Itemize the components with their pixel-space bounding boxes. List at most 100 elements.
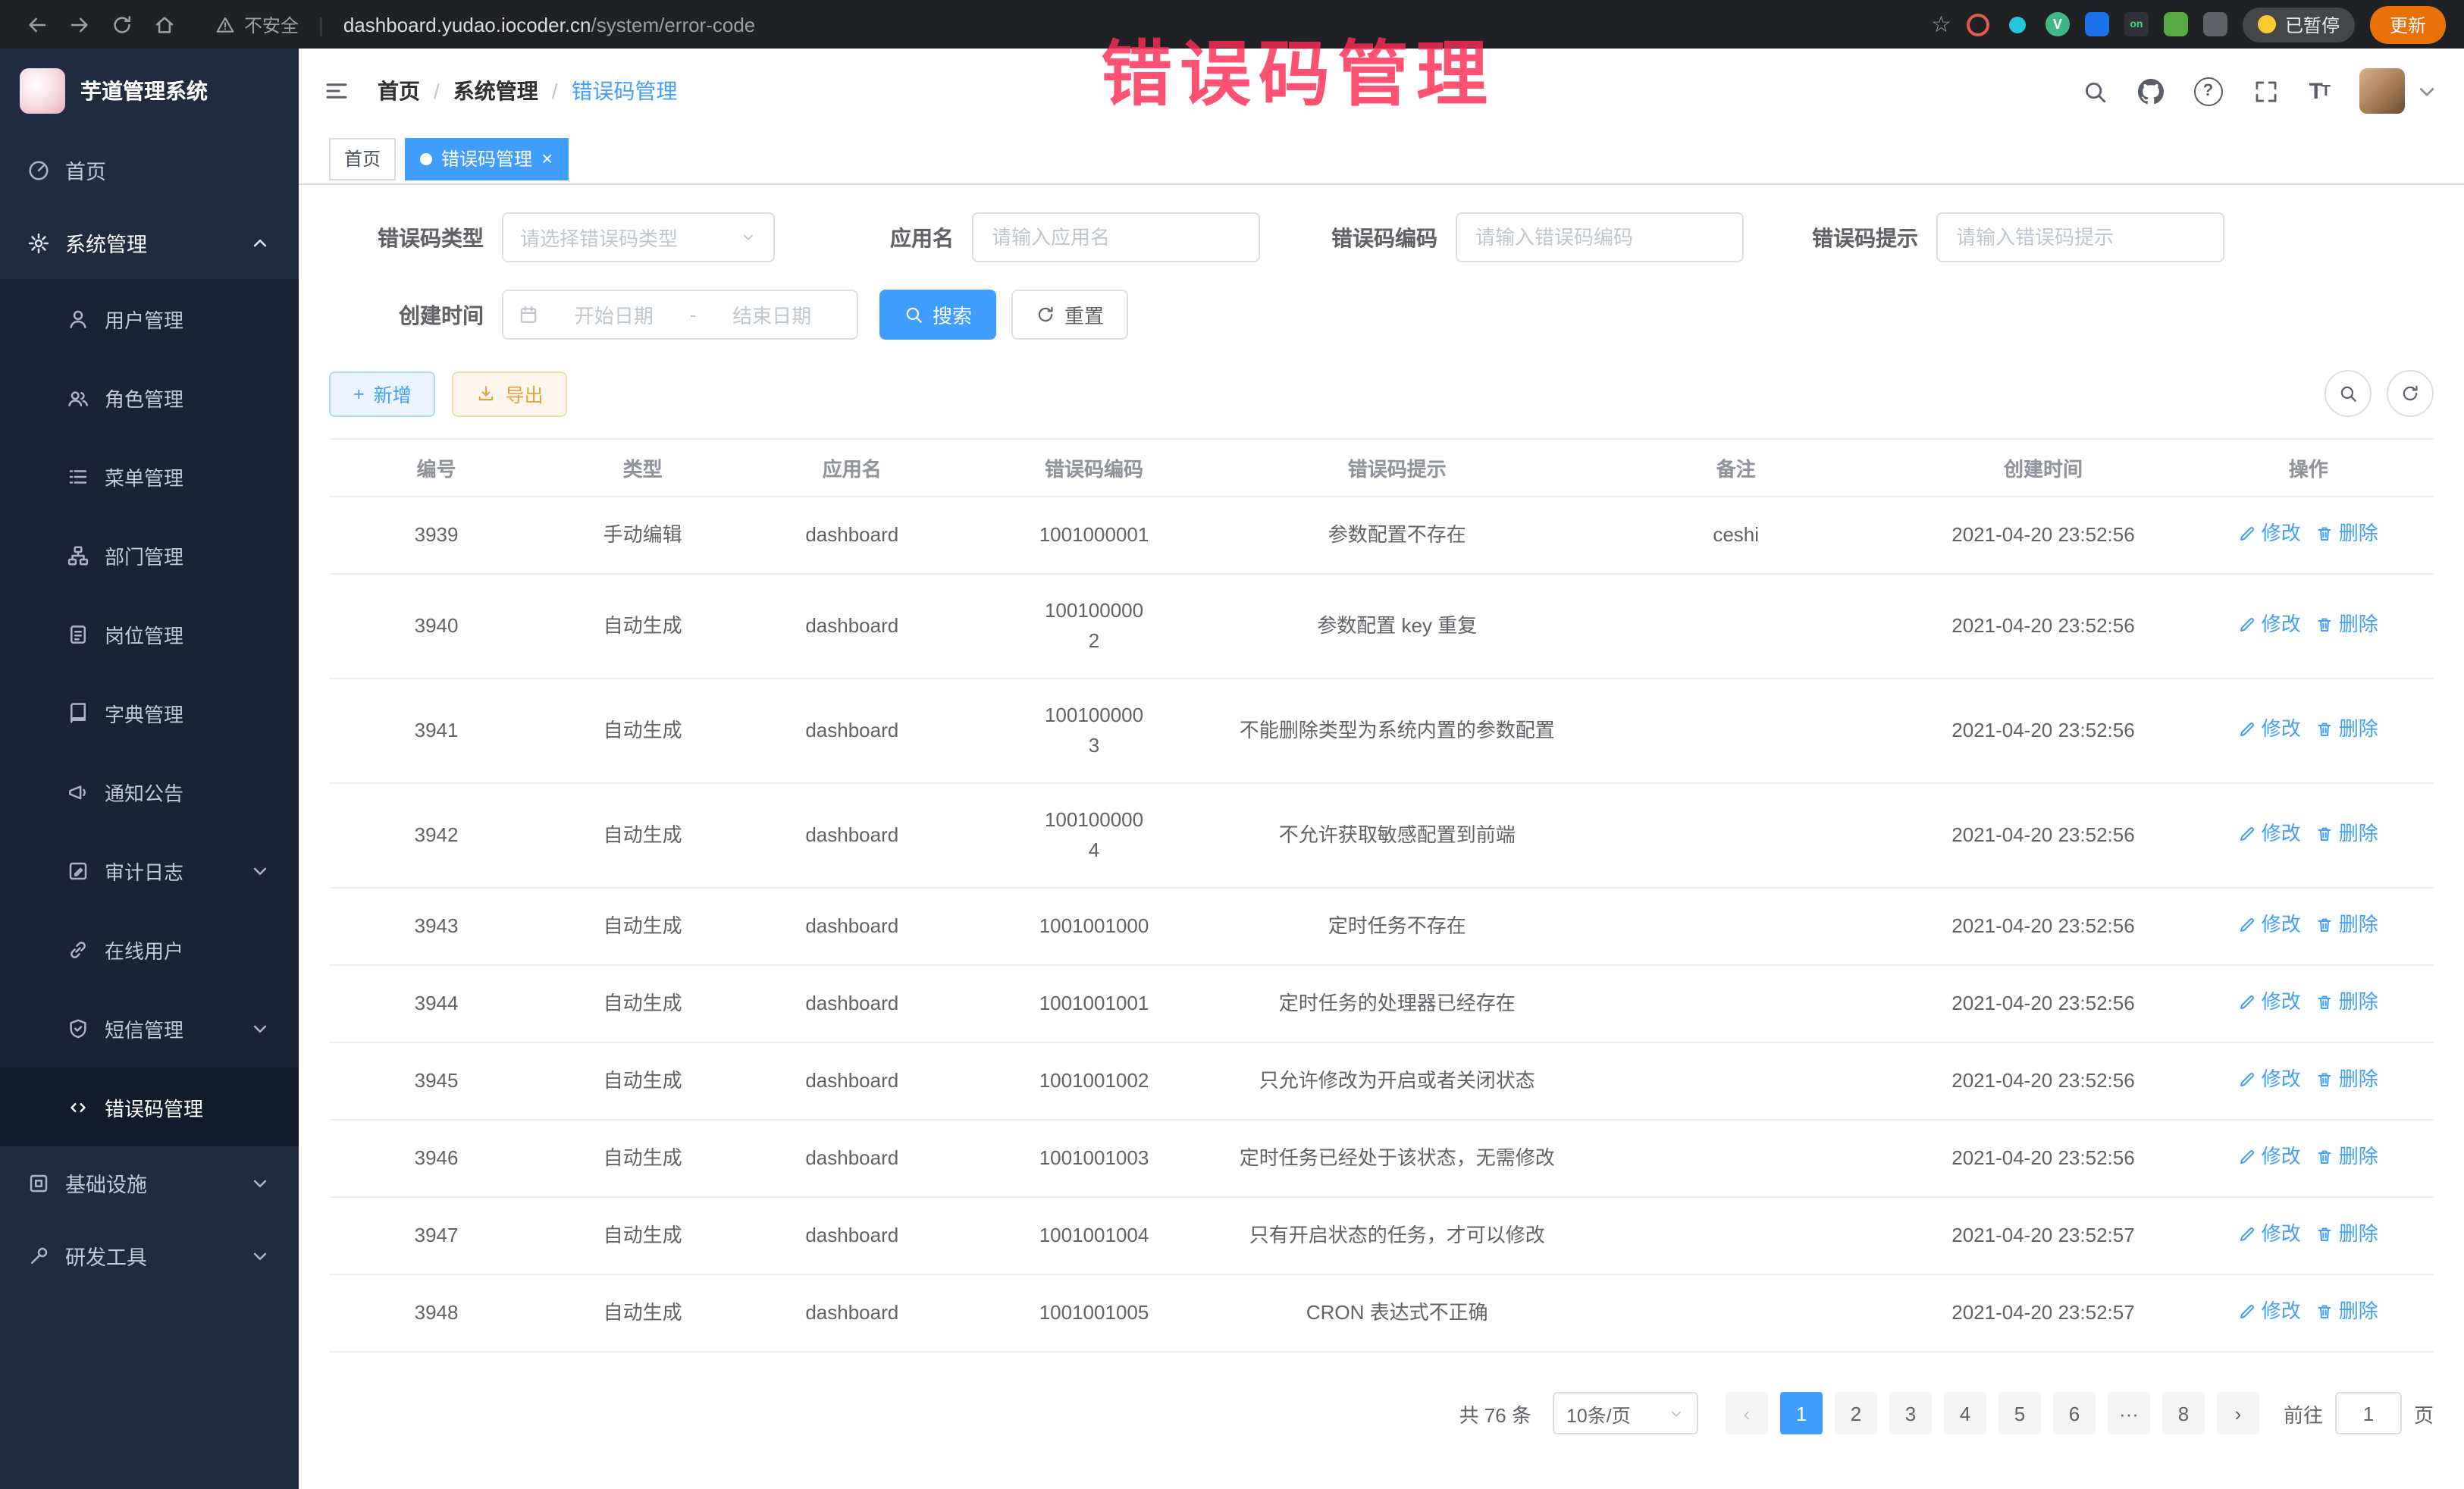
edit-link[interactable]: 修改: [2239, 1296, 2301, 1327]
edit-link[interactable]: 修改: [2239, 1142, 2301, 1172]
edit-link[interactable]: 修改: [2239, 1219, 2301, 1249]
cell-type: 自动生成: [544, 888, 741, 965]
chevron-up-icon: [249, 231, 271, 254]
add-button[interactable]: + 新增: [329, 371, 436, 416]
sidebar-item-dept-management[interactable]: 部门管理: [0, 516, 299, 594]
page-button-6[interactable]: 6: [2053, 1392, 2096, 1434]
sidebar-item-home[interactable]: 首页: [0, 133, 299, 206]
fullscreen-icon[interactable]: [2252, 78, 2278, 104]
app-name-input[interactable]: [972, 212, 1260, 262]
edit-icon: [2239, 1302, 2257, 1321]
github-icon[interactable]: [2137, 78, 2163, 104]
edit-link[interactable]: 修改: [2239, 714, 2301, 744]
delete-link[interactable]: 删除: [2316, 1064, 2378, 1095]
extension-icon-2[interactable]: [2006, 12, 2030, 36]
delete-link[interactable]: 删除: [2316, 610, 2378, 640]
sidebar-item-menu-management[interactable]: 菜单管理: [0, 437, 299, 516]
paused-badge[interactable]: 已暂停: [2243, 7, 2355, 42]
error-code-input[interactable]: [1456, 212, 1744, 262]
next-page-button[interactable]: ›: [2217, 1392, 2259, 1434]
goto-unit: 页: [2414, 1399, 2434, 1428]
sidebar-item-user-management[interactable]: 用户管理: [0, 279, 299, 358]
sidebar-item-sms-management[interactable]: 短信管理: [0, 989, 299, 1067]
edit-icon: [2239, 993, 2257, 1011]
delete-link[interactable]: 删除: [2316, 1219, 2378, 1249]
browser-update-button[interactable]: 更新: [2370, 5, 2446, 43]
browser-forward-button[interactable]: [61, 6, 97, 42]
reset-button[interactable]: 重置: [1011, 290, 1128, 340]
edit-link[interactable]: 修改: [2239, 1064, 2301, 1095]
sidebar-toggle-button[interactable]: [323, 77, 350, 105]
sidebar-item-error-code-management[interactable]: 错误码管理: [0, 1067, 299, 1146]
edit-link[interactable]: 修改: [2239, 519, 2301, 549]
extension-icon-1[interactable]: [1967, 12, 1991, 36]
sidebar-item-dict-management[interactable]: 字典管理: [0, 673, 299, 752]
sidebar-item-role-management[interactable]: 角色管理: [0, 358, 299, 437]
goto-page-input[interactable]: [2335, 1392, 2402, 1434]
bookmark-star-icon[interactable]: ☆: [1931, 11, 1951, 38]
edit-link[interactable]: 修改: [2239, 819, 2301, 849]
delete-link[interactable]: 删除: [2316, 910, 2378, 940]
extension-icon-7[interactable]: [2203, 12, 2227, 36]
delete-link[interactable]: 删除: [2316, 1296, 2378, 1327]
delete-icon: [2316, 1071, 2334, 1089]
prev-page-button[interactable]: ‹: [1726, 1392, 1768, 1434]
breadcrumb-home[interactable]: 首页: [378, 76, 420, 106]
help-icon[interactable]: ?: [2193, 77, 2222, 105]
extension-icon-3[interactable]: V: [2045, 12, 2070, 36]
browser-home-button[interactable]: [146, 6, 182, 42]
font-size-icon[interactable]: TT: [2309, 78, 2329, 104]
user-menu[interactable]: [2359, 68, 2440, 114]
edit-link[interactable]: 修改: [2239, 987, 2301, 1017]
browser-back-button[interactable]: [18, 6, 55, 42]
page-button-8[interactable]: 8: [2162, 1392, 2205, 1434]
browser-reload-button[interactable]: [103, 6, 140, 42]
delete-link[interactable]: 删除: [2316, 1142, 2378, 1172]
delete-link[interactable]: 删除: [2316, 987, 2378, 1017]
sidebar-item-dev-tools[interactable]: 研发工具: [0, 1219, 299, 1292]
sidebar-item-system-management[interactable]: 系统管理: [0, 206, 299, 279]
delete-link[interactable]: 删除: [2316, 519, 2378, 549]
sidebar-item-audit-log[interactable]: 审计日志: [0, 831, 299, 910]
top-navbar: 首页 / 系统管理 / 错误码管理 ? TT: [299, 49, 2464, 133]
security-indicator[interactable]: 不安全: [215, 11, 299, 37]
page-button-2[interactable]: 2: [1835, 1392, 1877, 1434]
refresh-icon: [2400, 384, 2420, 403]
extension-icon-6[interactable]: [2164, 12, 2188, 36]
refresh-table-button[interactable]: [2387, 370, 2434, 417]
cell-type: 自动生成: [544, 1197, 741, 1274]
breadcrumb-system[interactable]: 系统管理: [453, 76, 538, 106]
export-button[interactable]: 导出: [453, 371, 568, 416]
tab-home[interactable]: 首页: [329, 137, 396, 180]
page-size-select[interactable]: 10条/页: [1553, 1392, 1698, 1434]
delete-link[interactable]: 删除: [2316, 819, 2378, 849]
cell-app: dashboard: [741, 783, 962, 888]
table-row: 3939手动编辑dashboard1001000001参数配置不存在ceshi2…: [329, 497, 2434, 574]
search-button[interactable]: 搜索: [879, 290, 996, 340]
page-button-1[interactable]: 1: [1780, 1392, 1823, 1434]
delete-link[interactable]: 删除: [2316, 714, 2378, 744]
extension-icon-5[interactable]: on: [2124, 12, 2149, 36]
page-button-5[interactable]: 5: [1998, 1392, 2041, 1434]
page-more-button[interactable]: ···: [2108, 1392, 2150, 1434]
sidebar-item-notice[interactable]: 通知公告: [0, 752, 299, 831]
date-range-picker[interactable]: 开始日期 - 结束日期: [502, 290, 858, 340]
page-button-4[interactable]: 4: [1944, 1392, 1986, 1434]
edit-link[interactable]: 修改: [2239, 610, 2301, 640]
sidebar-item-infrastructure[interactable]: 基础设施: [0, 1146, 299, 1219]
page-button-3[interactable]: 3: [1889, 1392, 1932, 1434]
org-tree-icon: [67, 544, 89, 566]
edit-link[interactable]: 修改: [2239, 910, 2301, 940]
header-search-icon[interactable]: [2081, 78, 2107, 104]
sidebar-item-online-users[interactable]: 在线用户: [0, 910, 299, 989]
error-hint-input[interactable]: [1936, 212, 2224, 262]
cell-remark: [1569, 965, 1903, 1042]
extension-icon-4[interactable]: [2085, 12, 2109, 36]
address-bar[interactable]: dashboard.yudao.iocoder.cn/system/error-…: [343, 13, 755, 36]
error-type-select[interactable]: 请选择错误码类型: [502, 212, 775, 262]
sidebar-item-post-management[interactable]: 岗位管理: [0, 594, 299, 673]
show-search-button[interactable]: [2324, 370, 2372, 417]
tab-close-icon[interactable]: ×: [541, 149, 553, 168]
tab-error-code-management[interactable]: 错误码管理 ×: [405, 137, 568, 180]
logo-image: [20, 68, 65, 114]
